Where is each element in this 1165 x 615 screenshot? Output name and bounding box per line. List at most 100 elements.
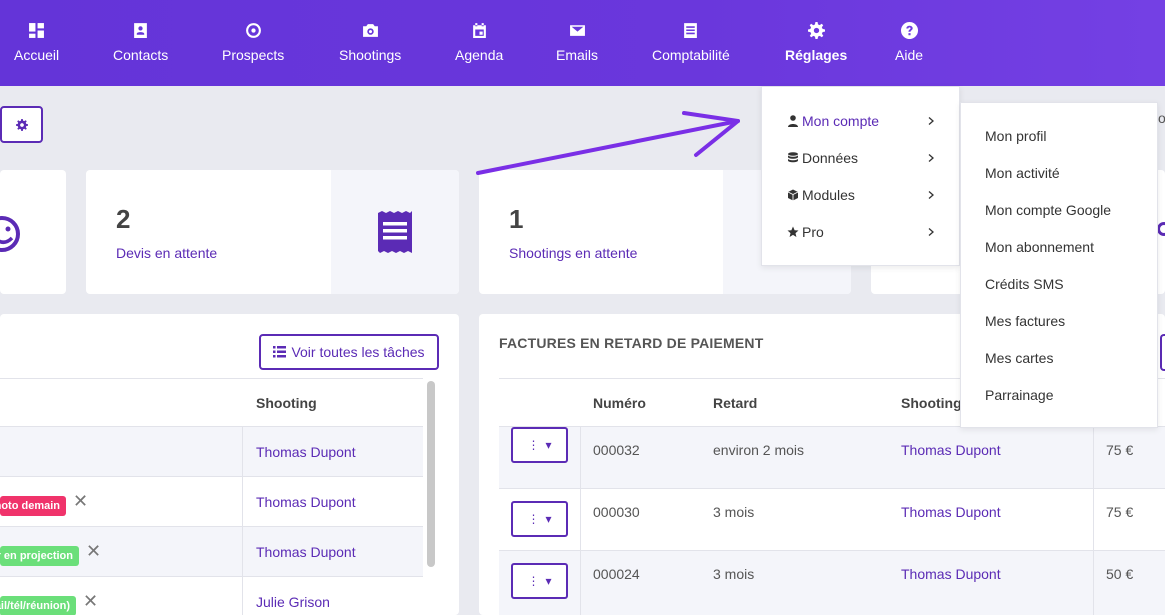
col-divider — [1093, 489, 1094, 551]
close-icon[interactable]: ✕ — [86, 541, 101, 562]
target-icon — [245, 23, 261, 38]
view-all-tasks-label: Voir toutes les tâches — [291, 344, 425, 360]
table-row[interactable]: Thomas Dupont — [0, 426, 423, 477]
col-divider — [1093, 551, 1094, 615]
partial-text: o — [1158, 110, 1165, 124]
submenu-item-mon-abonnement[interactable]: Mon abonnement — [961, 228, 1157, 265]
col-divider — [242, 527, 243, 577]
submenu-item-mes-cartes[interactable]: Mes cartes — [961, 339, 1157, 376]
submenu-item-label: Mes cartes — [985, 349, 1054, 366]
table-row[interactable]: ⋮ ▾ 000032 environ 2 mois Thomas Dupont 7… — [499, 426, 1165, 489]
partial-button[interactable] — [1160, 334, 1165, 371]
column-header-shooting: Shooting — [901, 395, 962, 411]
menu-item-label: Modules — [802, 186, 855, 203]
nav-label: Aide — [895, 47, 924, 63]
menu-item-modules[interactable]: Modules — [762, 176, 959, 213]
menu-item-mon-compte[interactable]: Mon compte — [762, 102, 959, 139]
gear-icon — [807, 22, 825, 39]
submenu-item-label: Mon activité — [985, 164, 1060, 181]
vertical-dots-icon: ⋮ — [527, 574, 540, 588]
star-icon — [787, 226, 799, 237]
nav-contacts[interactable]: Contacts — [113, 0, 168, 86]
menu-item-label: Données — [802, 149, 859, 166]
nav-label: Agenda — [455, 47, 504, 63]
receipt-icon — [378, 211, 412, 253]
table-row[interactable]: er en projection ✕ Thomas Dupont — [0, 526, 423, 577]
camera-icon — [362, 24, 378, 37]
row-actions-button[interactable]: ⋮ ▾ — [511, 427, 568, 463]
column-header-numero: Numéro — [593, 395, 646, 411]
table-row[interactable]: ail/tél/réunion) ✕ Julie Grison — [0, 576, 423, 615]
col-divider — [1093, 427, 1094, 489]
submenu-item-label: Mes factures — [985, 312, 1066, 329]
table-row[interactable]: ⋮ ▾ 000030 3 mois Thomas Dupont 75 € — [499, 488, 1165, 551]
submenu-item-label: Mon abonnement — [985, 238, 1094, 255]
user-icon — [788, 114, 798, 127]
nav-reglages[interactable]: Réglages — [785, 0, 847, 86]
stat-card-devis[interactable]: 2 Devis en attente — [86, 170, 459, 294]
nav-comptabilite[interactable]: Comptabilité — [652, 0, 730, 86]
contact-card-icon — [134, 23, 147, 38]
invoice-number: 000032 — [593, 442, 640, 458]
stat-icon-area — [331, 170, 459, 294]
nav-accueil[interactable]: Accueil — [14, 0, 59, 86]
invoice-delay: 3 mois — [713, 504, 755, 520]
invoice-amount: 75 € — [1106, 504, 1134, 520]
caret-down-icon: ▾ — [545, 574, 552, 588]
col-divider — [242, 477, 243, 527]
submenu-item-mon-profil[interactable]: Mon profil — [961, 117, 1157, 154]
table-row[interactable]: ⋮ ▾ 000024 3 mois Thomas Dupont 50 € — [499, 550, 1165, 615]
close-icon[interactable]: ✕ — [83, 591, 98, 612]
shooting-link[interactable]: Thomas Dupont — [256, 444, 356, 460]
menu-item-donnees[interactable]: Données — [762, 139, 959, 176]
table-row[interactable]: hoto demain ✕ Thomas Dupont — [0, 476, 423, 527]
submenu-item-parrainage[interactable]: Parrainage — [961, 376, 1157, 413]
annotation-arrow — [476, 111, 740, 175]
account-submenu: Mon profil Mon activité Mon compte Googl… — [960, 102, 1158, 428]
col-divider — [580, 489, 581, 551]
nav-agenda[interactable]: Agenda — [455, 0, 503, 86]
nav-label: Contacts — [113, 47, 169, 63]
shooting-link[interactable]: Thomas Dupont — [901, 504, 1001, 520]
nav-aide[interactable]: Aide — [895, 0, 923, 86]
invoice-delay: environ 2 mois — [713, 442, 805, 458]
chevron-right-icon — [928, 227, 934, 236]
shooting-link[interactable]: Thomas Dupont — [901, 566, 1001, 582]
smiley-icon — [0, 216, 20, 252]
menu-item-pro[interactable]: Pro — [762, 213, 959, 250]
shooting-link[interactable]: Thomas Dupont — [256, 494, 356, 510]
submenu-item-label: Mon compte Google — [985, 201, 1112, 218]
shooting-link[interactable]: Thomas Dupont — [256, 544, 356, 560]
invoice-amount: 50 € — [1106, 566, 1134, 582]
submenu-item-mon-compte-google[interactable]: Mon compte Google — [961, 191, 1157, 228]
help-circle-icon — [900, 22, 918, 39]
nav-prospects[interactable]: Prospects — [222, 0, 284, 86]
submenu-item-credits-sms[interactable]: Crédits SMS — [961, 265, 1157, 302]
nav-shootings[interactable]: Shootings — [339, 0, 401, 86]
view-all-tasks-button[interactable]: Voir toutes les tâches — [259, 334, 439, 370]
dashboard-settings-button[interactable] — [0, 106, 43, 143]
invoice-number: 000024 — [593, 566, 640, 582]
submenu-item-label: Crédits SMS — [985, 275, 1064, 292]
submenu-item-mon-activite[interactable]: Mon activité — [961, 154, 1157, 191]
cube-icon — [787, 189, 799, 200]
divider — [0, 378, 423, 379]
stat-value: 2 — [116, 204, 131, 234]
shooting-link[interactable]: Thomas Dupont — [901, 442, 1001, 458]
envelope-icon — [569, 25, 585, 36]
stat-label: Devis en attente — [116, 245, 218, 261]
panel-title: FACTURES EN RETARD DE PAIEMENT — [499, 335, 764, 351]
shooting-link[interactable]: Julie Grison — [256, 594, 330, 610]
submenu-item-mes-factures[interactable]: Mes factures — [961, 302, 1157, 339]
task-tag: ail/tél/réunion) — [0, 596, 76, 615]
row-actions-button[interactable]: ⋮ ▾ — [511, 501, 568, 537]
stat-card-partial — [0, 170, 66, 294]
row-actions-button[interactable]: ⋮ ▾ — [511, 563, 568, 599]
nav-label: Comptabilité — [652, 47, 730, 63]
scrollbar[interactable] — [427, 381, 435, 567]
nav-emails[interactable]: Emails — [556, 0, 598, 86]
nav-label: Shootings — [339, 47, 402, 63]
tasks-panel: Voir toutes les tâches Shooting Thomas D… — [0, 314, 459, 615]
stat-label: Shootings en attente — [509, 245, 638, 261]
close-icon[interactable]: ✕ — [73, 491, 88, 512]
